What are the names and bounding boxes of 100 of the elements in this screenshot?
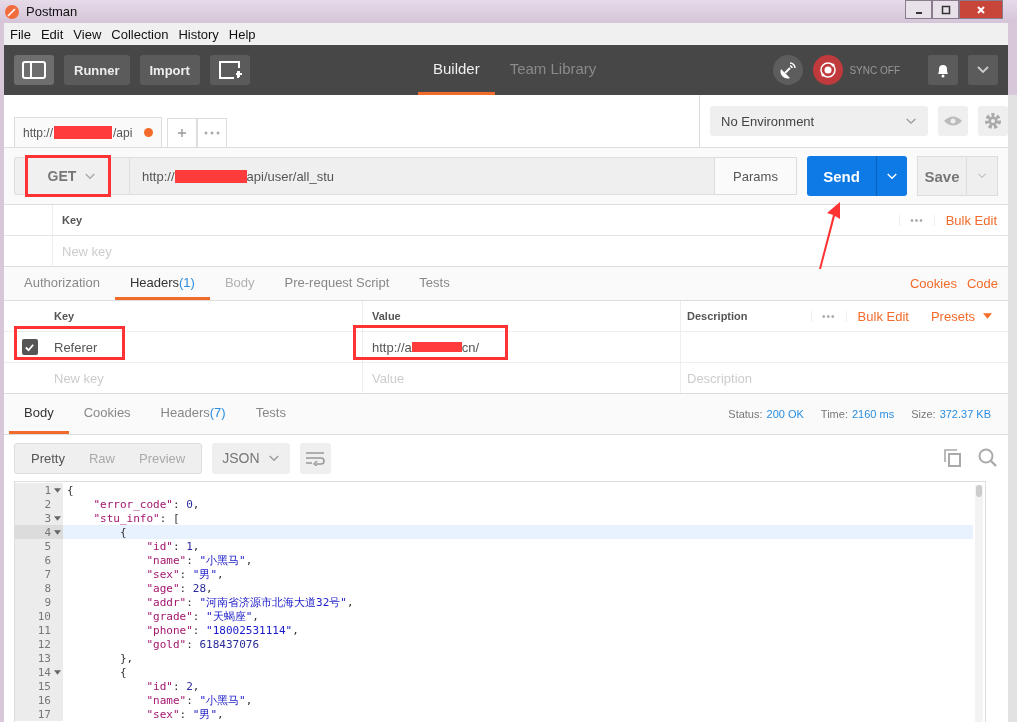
method-dropdown[interactable]: GET: [14, 157, 129, 195]
checkmark-icon: [24, 341, 35, 353]
sync-status: SYNC OFF: [849, 64, 900, 76]
menu-item[interactable]: View: [73, 26, 102, 42]
redaction-bar: [411, 342, 462, 352]
status-value: 2160 ms: [851, 408, 895, 420]
settings-icon: [983, 111, 1003, 131]
minimize-icon: [915, 11, 922, 14]
menu-item[interactable]: File: [10, 26, 31, 42]
checkbox[interactable]: [21, 339, 38, 355]
code-line: "phone": "18002531114",: [145, 623, 299, 637]
menu-item[interactable]: Edit: [40, 26, 64, 42]
status-value: 372.37 KB: [939, 408, 991, 420]
line-number: 8: [44, 581, 51, 595]
code-line: "stu_info": [: [92, 511, 180, 525]
response-tab[interactable]: Body: [9, 394, 69, 434]
more-icon: [204, 131, 221, 135]
close-button[interactable]: [959, 0, 1003, 19]
code-line: "id": 2,: [145, 679, 200, 693]
chevron-down-icon: [976, 65, 990, 75]
tab-title: http://: [23, 125, 54, 140]
menu-item[interactable]: Help: [228, 26, 256, 42]
minimize-button[interactable]: [905, 0, 932, 19]
url-text: http://: [142, 168, 175, 184]
code-line: {: [67, 483, 74, 497]
request-section-tab[interactable]: Headers(1): [114, 267, 210, 300]
notifications-button[interactable]: [928, 55, 958, 85]
code-line: "id": 1,: [145, 539, 200, 553]
response-tab[interactable]: Cookies: [68, 394, 146, 434]
presets-dropdown[interactable]: Presets: [919, 308, 1008, 324]
request-tab[interactable]: http:// /api: [14, 117, 163, 147]
chevron-down-icon: [977, 172, 987, 180]
code-line: "name": "小黑马",: [145, 692, 253, 708]
satellite-icon[interactable]: [773, 55, 804, 85]
sync-icon[interactable]: [813, 55, 844, 85]
status-label: Time:: [820, 408, 848, 420]
menu-item[interactable]: History: [178, 26, 219, 42]
code-line: "age": 28,: [145, 581, 213, 595]
caret-icon: [983, 313, 992, 319]
response-tab[interactable]: Tests: [240, 394, 301, 434]
toolbar-button[interactable]: Runner: [64, 55, 130, 85]
code-line: "grade": "天蝎座",: [145, 608, 259, 624]
line-number: 16: [37, 693, 51, 707]
new-window-button[interactable]: [209, 55, 250, 85]
line-number: 17: [37, 707, 51, 721]
plus-icon: [177, 128, 188, 138]
dropdown-button[interactable]: [968, 55, 998, 85]
line-number: 14: [37, 665, 51, 679]
code-line: {: [118, 665, 127, 679]
fold-icon[interactable]: [53, 487, 61, 493]
copy-icon[interactable]: [944, 449, 962, 467]
sidebar-toggle-button[interactable]: [14, 55, 54, 85]
bell-icon: [935, 62, 951, 78]
request-section-tab[interactable]: Pre-request Script: [269, 267, 405, 300]
column-header: Value: [363, 301, 681, 331]
menu-item[interactable]: Collection: [111, 26, 169, 42]
code-line: "error_code": 0,: [92, 497, 200, 511]
send-button[interactable]: Send: [807, 156, 877, 196]
new-window-icon: [217, 60, 242, 80]
eye-icon: [943, 115, 963, 127]
tab-title: /api: [113, 125, 133, 140]
view-mode-tab[interactable]: Raw: [76, 443, 127, 473]
line-number: 6: [44, 553, 51, 567]
fold-icon[interactable]: [53, 515, 61, 521]
more-button[interactable]: •••: [899, 214, 935, 226]
params-button[interactable]: Params: [715, 157, 797, 195]
line-number: 13: [37, 651, 51, 665]
save-button[interactable]: Save: [917, 156, 967, 196]
header-value[interactable]: http://a: [372, 339, 412, 355]
status-label: Status:: [728, 408, 763, 420]
more-button[interactable]: •••: [811, 310, 847, 322]
response-tab[interactable]: Headers(7): [145, 394, 241, 434]
maximize-button[interactable]: [932, 0, 959, 19]
fold-icon[interactable]: [53, 529, 61, 535]
header-key[interactable]: Referer: [45, 332, 363, 362]
request-link[interactable]: Code: [961, 276, 1008, 291]
bulk-edit-link[interactable]: Bulk Edit: [846, 308, 920, 324]
toolbar-button[interactable]: Import: [139, 55, 200, 85]
scrollbar[interactable]: [1008, 95, 1017, 722]
scrollbar[interactable]: [975, 485, 983, 722]
url-field[interactable]: http:// api/user/all_stu: [129, 157, 715, 195]
bulk-edit-link[interactable]: Bulk Edit: [934, 212, 1008, 228]
fold-icon[interactable]: [53, 669, 61, 675]
format-dropdown[interactable]: JSON: [212, 442, 290, 474]
environment-dropdown[interactable]: No Environment: [710, 106, 928, 136]
request-section-tab[interactable]: Authorization: [9, 267, 115, 300]
request-section-tab[interactable]: Tests: [404, 267, 465, 300]
wrap-lines-button[interactable]: [299, 442, 331, 474]
header-value[interactable]: cn/: [461, 339, 480, 355]
search-icon[interactable]: [978, 448, 998, 468]
request-link[interactable]: Cookies: [904, 276, 962, 291]
view-mode-tab[interactable]: Pretty: [19, 443, 77, 473]
column-header: Description: [686, 309, 749, 324]
line-number: 7: [44, 567, 51, 581]
main-tab[interactable]: Builder: [417, 45, 495, 95]
main-tab[interactable]: Team Library: [494, 45, 612, 95]
line-number: 1: [44, 483, 51, 497]
line-number: 10: [37, 609, 51, 623]
code-line: "addr": "河南省济源市北海大道32号",: [145, 594, 354, 610]
view-mode-tab[interactable]: Preview: [127, 443, 198, 473]
